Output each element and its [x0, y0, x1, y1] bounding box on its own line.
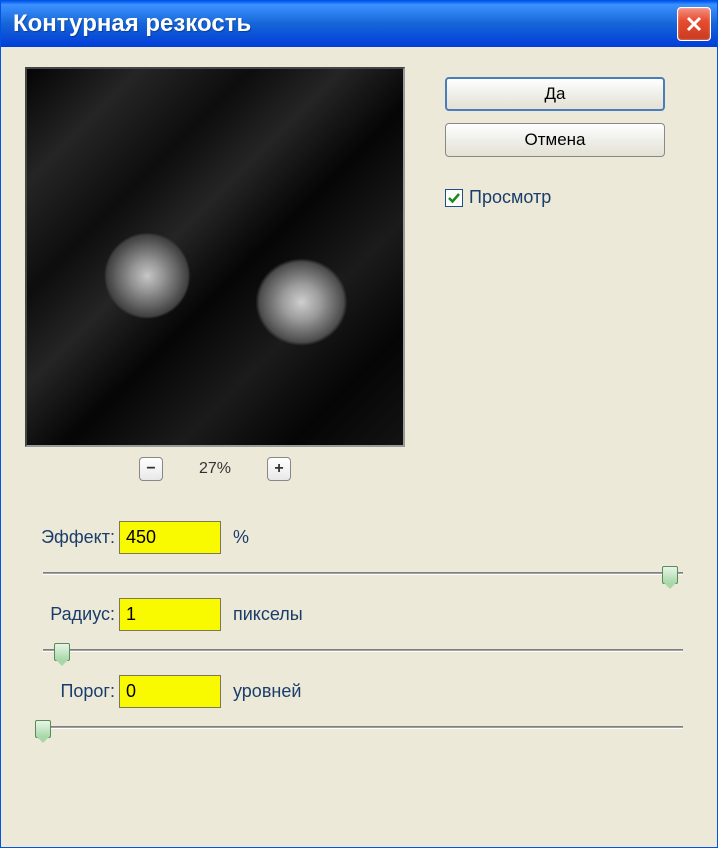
effect-groove: [43, 572, 683, 575]
radius-unit: пикселы: [233, 604, 303, 625]
threshold-groove: [43, 726, 683, 729]
effect-input[interactable]: [119, 521, 221, 554]
unsharp-mask-dialog: Контурная резкость − 27% +: [0, 0, 718, 848]
preview-box[interactable]: [25, 67, 405, 447]
zoom-in-button[interactable]: +: [267, 457, 291, 481]
zoom-level: 27%: [199, 460, 231, 478]
sliders-area: Эффект: % Радиус: пикселы: [25, 521, 693, 738]
effect-inputs: Эффект: %: [25, 521, 693, 554]
preview-section: − 27% +: [25, 67, 405, 481]
ok-button[interactable]: Да: [445, 77, 665, 111]
threshold-inputs: Порог: уровней: [25, 675, 693, 708]
preview-checkbox-row: Просмотр: [445, 187, 693, 208]
close-button[interactable]: [677, 7, 711, 41]
threshold-label: Порог:: [25, 681, 115, 702]
close-icon: [684, 14, 704, 34]
threshold-input[interactable]: [119, 675, 221, 708]
threshold-slider[interactable]: [43, 718, 683, 738]
effect-unit: %: [233, 527, 249, 548]
preview-checkbox-label: Просмотр: [469, 187, 551, 208]
effect-thumb[interactable]: [662, 566, 678, 584]
threshold-row: Порог: уровней: [25, 675, 693, 738]
radius-row: Радиус: пикселы: [25, 598, 693, 661]
radius-slider[interactable]: [43, 641, 683, 661]
effect-row: Эффект: %: [25, 521, 693, 584]
cancel-button[interactable]: Отмена: [445, 123, 665, 157]
threshold-thumb[interactable]: [35, 720, 51, 738]
radius-inputs: Радиус: пикселы: [25, 598, 693, 631]
effect-slider[interactable]: [43, 564, 683, 584]
radius-input[interactable]: [119, 598, 221, 631]
zoom-controls: − 27% +: [139, 457, 291, 481]
plus-icon: +: [274, 460, 283, 478]
checkmark-icon: [447, 191, 461, 205]
preview-checkbox[interactable]: [445, 189, 463, 207]
radius-thumb[interactable]: [54, 643, 70, 661]
preview-image: [27, 69, 403, 445]
radius-label: Радиус:: [25, 604, 115, 625]
effect-label: Эффект:: [25, 527, 115, 548]
zoom-out-button[interactable]: −: [139, 457, 163, 481]
window-title: Контурная резкость: [13, 10, 251, 38]
minus-icon: −: [146, 460, 155, 478]
threshold-unit: уровней: [233, 681, 301, 702]
dialog-content: − 27% + Да Отмена: [1, 47, 717, 847]
titlebar: Контурная резкость: [1, 1, 717, 47]
right-panel: Да Отмена Просмотр: [445, 67, 693, 208]
top-area: − 27% + Да Отмена: [25, 67, 693, 481]
radius-groove: [43, 649, 683, 652]
